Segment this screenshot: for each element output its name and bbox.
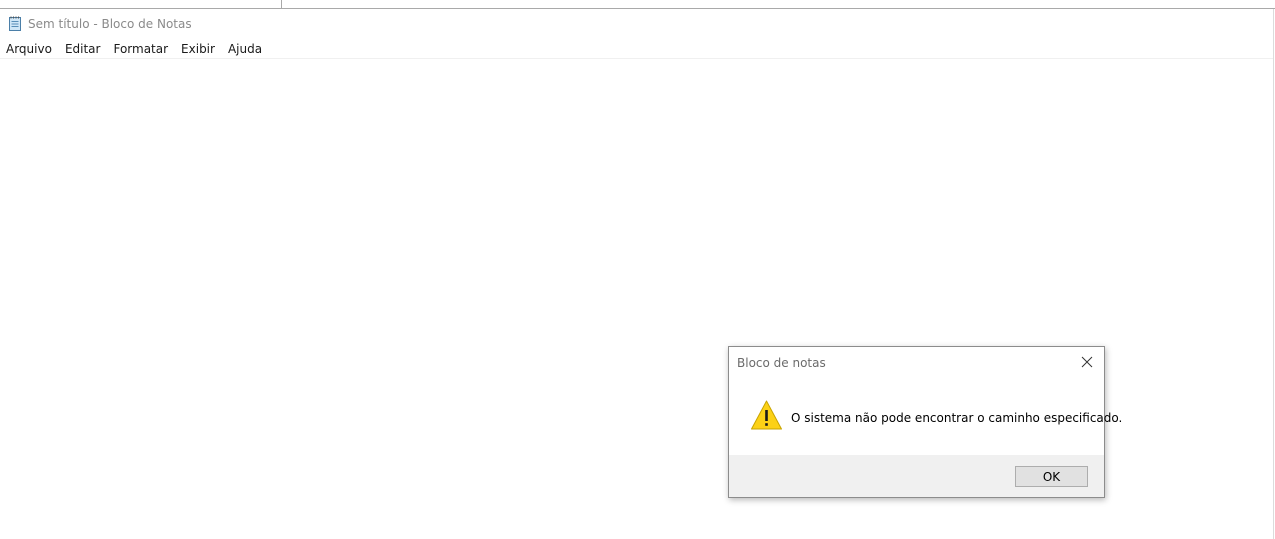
dialog-message: O sistema não pode encontrar o caminho e… — [791, 411, 1123, 425]
title-bar[interactable]: Sem título - Bloco de Notas — [0, 9, 1273, 39]
top-edge-separator — [281, 0, 282, 8]
dialog-title: Bloco de notas — [737, 356, 826, 370]
warning-icon — [750, 399, 783, 431]
menu-bar: Arquivo Editar Formatar Exibir Ajuda — [0, 39, 1273, 59]
notepad-icon — [8, 16, 22, 31]
menu-arquivo[interactable]: Arquivo — [0, 40, 59, 58]
menu-formatar[interactable]: Formatar — [107, 40, 175, 58]
window-right-edge — [1273, 9, 1274, 539]
ok-button[interactable]: OK — [1015, 466, 1088, 487]
dialog-footer: OK — [729, 455, 1104, 497]
menu-ajuda[interactable]: Ajuda — [222, 40, 269, 58]
menu-editar[interactable]: Editar — [59, 40, 108, 58]
menu-exibir[interactable]: Exibir — [175, 40, 222, 58]
window-top-edge — [0, 0, 1275, 9]
dialog-body: O sistema não pode encontrar o caminho e… — [729, 377, 1122, 455]
close-icon[interactable] — [1076, 352, 1098, 372]
error-dialog: Bloco de notas O sistema não pode encont… — [728, 346, 1122, 498]
window-title: Sem título - Bloco de Notas — [28, 17, 192, 31]
